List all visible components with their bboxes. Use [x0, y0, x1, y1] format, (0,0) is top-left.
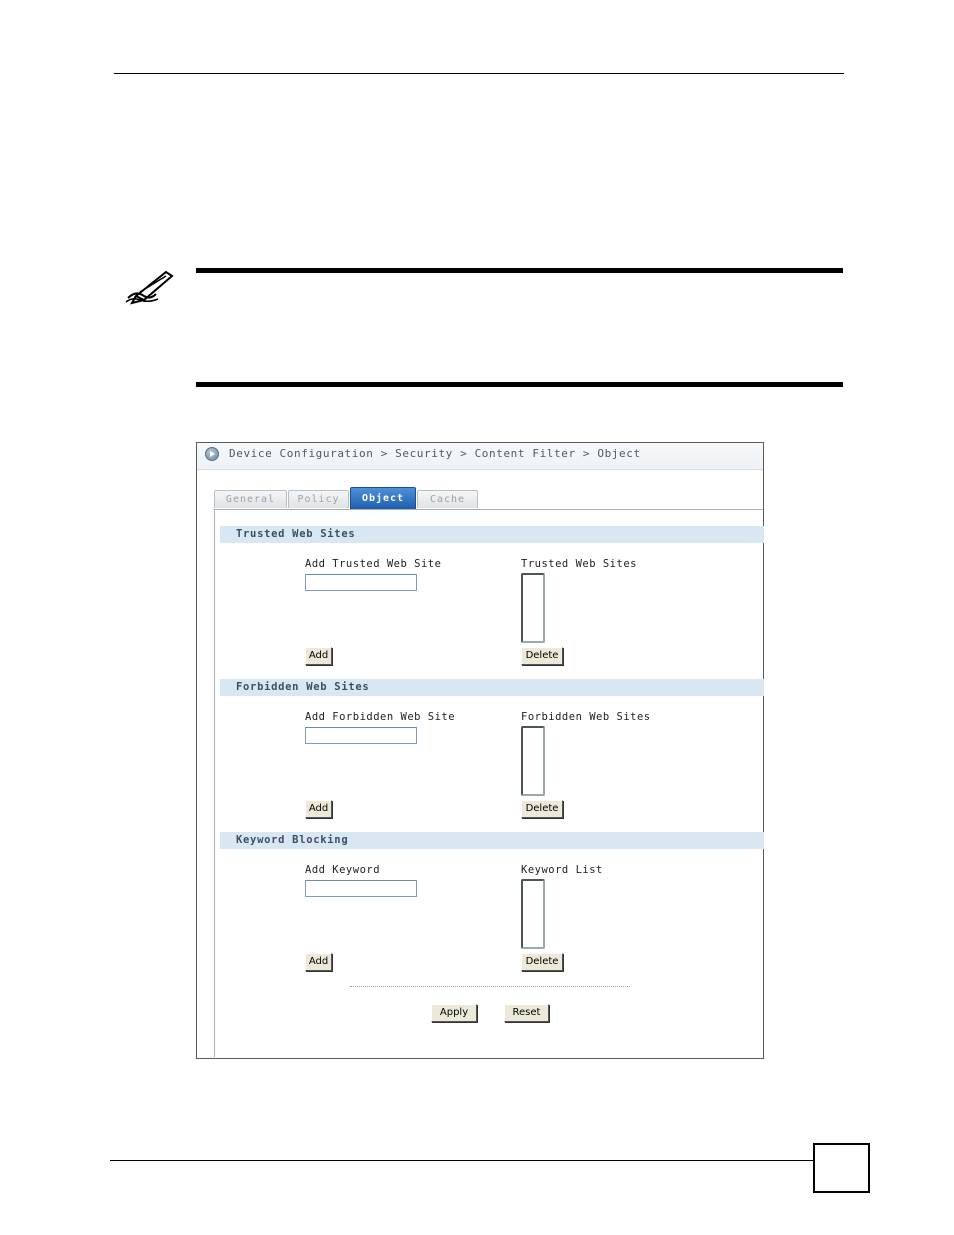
breadcrumb: Device Configuration > Security > Conten… [197, 443, 763, 470]
note-rule-top [196, 268, 843, 273]
screen-frame: Device Configuration > Security > Conten… [196, 442, 764, 1059]
add-keyword-input[interactable] [305, 880, 417, 897]
pencil-note-icon [125, 270, 174, 305]
add-trusted-input[interactable] [305, 574, 417, 591]
header-rule [114, 73, 844, 74]
breadcrumb-text: Device Configuration > Security > Conten… [229, 447, 641, 460]
tab-object[interactable]: Object [350, 487, 416, 509]
trusted-list[interactable] [521, 573, 545, 643]
separator [350, 986, 630, 987]
arrow-circle-icon [205, 447, 219, 461]
object-panel: Trusted Web Sites Add Trusted Web Site T… [214, 509, 764, 1057]
trusted-list-label: Trusted Web Sites [521, 558, 637, 570]
add-forbidden-button[interactable]: Add [305, 800, 332, 818]
reset-button[interactable]: Reset [504, 1004, 549, 1022]
section-header-trusted: Trusted Web Sites [220, 526, 764, 543]
keyword-list[interactable] [521, 879, 545, 949]
apply-button[interactable]: Apply [431, 1004, 477, 1022]
footer-rule [110, 1160, 814, 1161]
forbidden-list-label: Forbidden Web Sites [521, 711, 651, 723]
forbidden-list[interactable] [521, 726, 545, 796]
add-keyword-button[interactable]: Add [305, 953, 332, 971]
add-trusted-button[interactable]: Add [305, 647, 332, 665]
tab-cache[interactable]: Cache [417, 490, 478, 508]
add-trusted-label: Add Trusted Web Site [305, 558, 442, 570]
section-header-keyword: Keyword Blocking [220, 832, 764, 849]
note-rule-bottom [196, 382, 843, 387]
delete-keyword-button[interactable]: Delete [521, 953, 563, 971]
delete-trusted-button[interactable]: Delete [521, 647, 563, 665]
tab-policy[interactable]: Policy [288, 490, 349, 508]
keyword-list-label: Keyword List [521, 864, 603, 876]
add-forbidden-input[interactable] [305, 727, 417, 744]
section-header-forbidden: Forbidden Web Sites [220, 679, 764, 696]
add-forbidden-label: Add Forbidden Web Site [305, 711, 456, 723]
page-number-box [813, 1143, 870, 1193]
delete-forbidden-button[interactable]: Delete [521, 800, 563, 818]
tab-general[interactable]: General [214, 490, 287, 508]
add-keyword-label: Add Keyword [305, 864, 381, 876]
